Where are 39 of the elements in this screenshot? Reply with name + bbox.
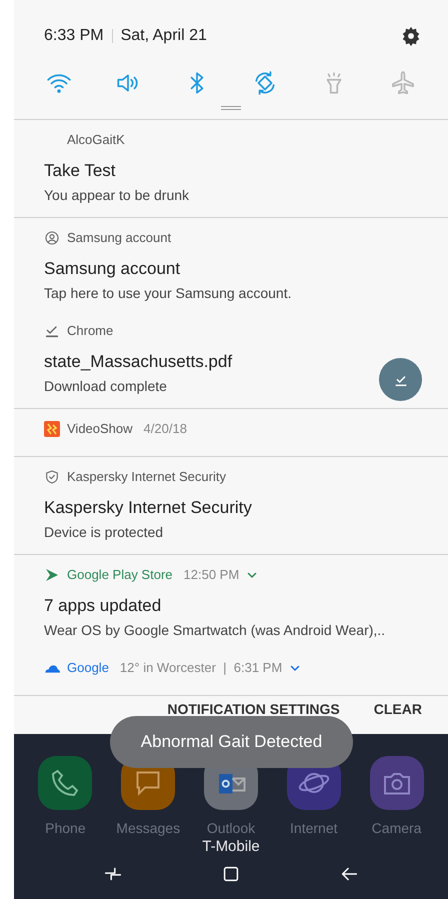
person-icon [44, 230, 60, 246]
app-name: AlcoGaitK [67, 131, 125, 150]
app-name: Google Play Store [67, 566, 173, 584]
app-name: Kaspersky Internet Security [67, 468, 226, 486]
app-name: VideoShow [67, 420, 133, 438]
notification-title: Take Test [44, 160, 116, 182]
notification-text: Download complete [44, 377, 167, 396]
download-button[interactable] [379, 358, 422, 401]
shield-check-icon [44, 469, 60, 485]
notification-text: Tap here to use your Samsung account. [44, 284, 292, 303]
notification-card[interactable]: Kaspersky Internet Security Kaspersky Internet Security Device is protected [14, 457, 448, 555]
notification-card[interactable]: AlcoGaitK Take Test You appear to be drunk [14, 120, 448, 218]
footer-button[interactable]: CLEAR [374, 698, 422, 720]
drag-handle[interactable] [221, 106, 241, 110]
date-text: Sat, April 21 [120, 26, 207, 46]
notification-card[interactable]: Google Play Store 12:50 PM 7 apps updated Wear OS by Google Smartwatch (was Android Wear),.. Google 12° in Worcester | 6:31 PM [14, 555, 448, 696]
app-icon [44, 421, 60, 437]
phone-app-icon[interactable] [38, 756, 92, 810]
app-name: Google [67, 659, 109, 678]
notification-title: Samsung account [44, 258, 180, 280]
carrier-name: T-Mobile [202, 838, 260, 855]
app-name: Samsung account [67, 229, 172, 248]
camera-app-icon[interactable] [370, 756, 424, 810]
notification-title: state_Massachusetts.pdf [44, 351, 232, 373]
timestamp: 12:50 PM [184, 566, 240, 584]
notification-text: You appear to be drunk [44, 186, 190, 205]
play-icon [44, 567, 60, 583]
notification-card[interactable]: VideoShow 4/20/18 [14, 409, 448, 457]
app-name: Chrome [67, 322, 114, 340]
notification-card[interactable]: Samsung account Samsung account Tap here to use your Samsung account. Chrome state_Massachusetts.pdf Download complete [14, 218, 448, 409]
notification-text: Device is protected [44, 523, 164, 542]
toast-message: Abnormal Gait Detected [110, 716, 353, 768]
notification-title: 7 apps updated [44, 595, 162, 617]
clock-time: 6:33 PM [44, 26, 104, 46]
notification-text: Wear OS by Google Smartwatch (was Android Wear),.. [44, 621, 386, 640]
notification-title: Kaspersky Internet Security [44, 497, 252, 519]
timestamp: 12° in Worcester | 6:31 PM [120, 659, 282, 678]
timestamp: 4/20/18 [144, 420, 187, 438]
settings-icon[interactable] [400, 25, 422, 47]
